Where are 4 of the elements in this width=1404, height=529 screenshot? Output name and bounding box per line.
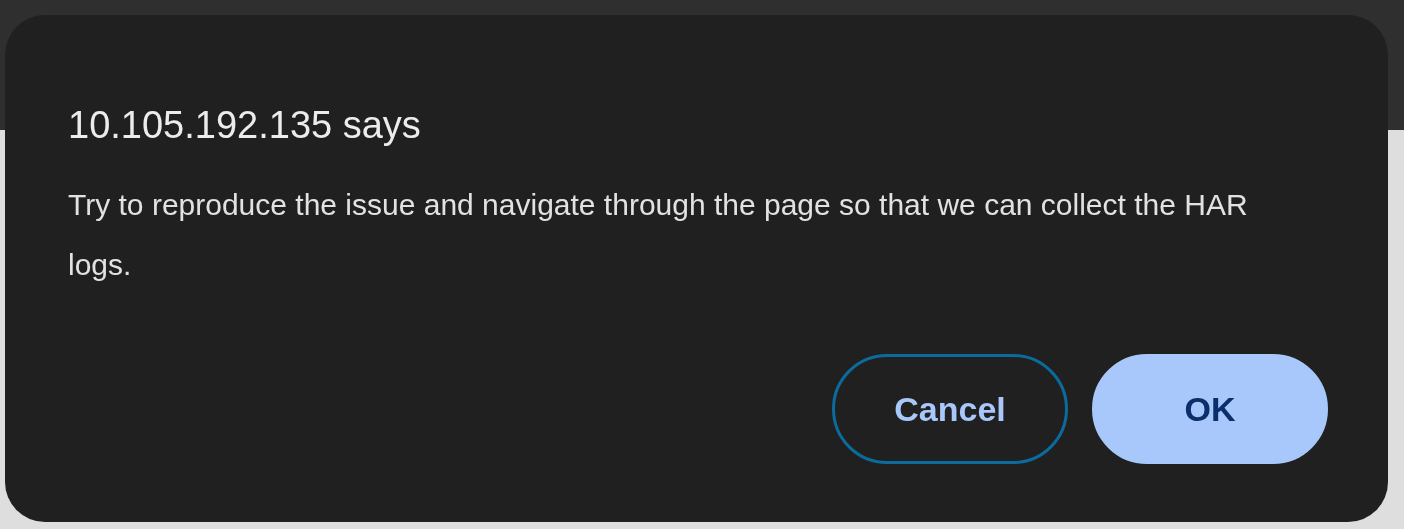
dialog-title: 10.105.192.135 says (68, 103, 422, 147)
cancel-button[interactable]: Cancel (832, 354, 1068, 464)
ok-button[interactable]: OK (1092, 354, 1328, 464)
dialog-message: Try to reproduce the issue and navigate through the page so that we can collect the HAR logs. (68, 187, 1249, 283)
